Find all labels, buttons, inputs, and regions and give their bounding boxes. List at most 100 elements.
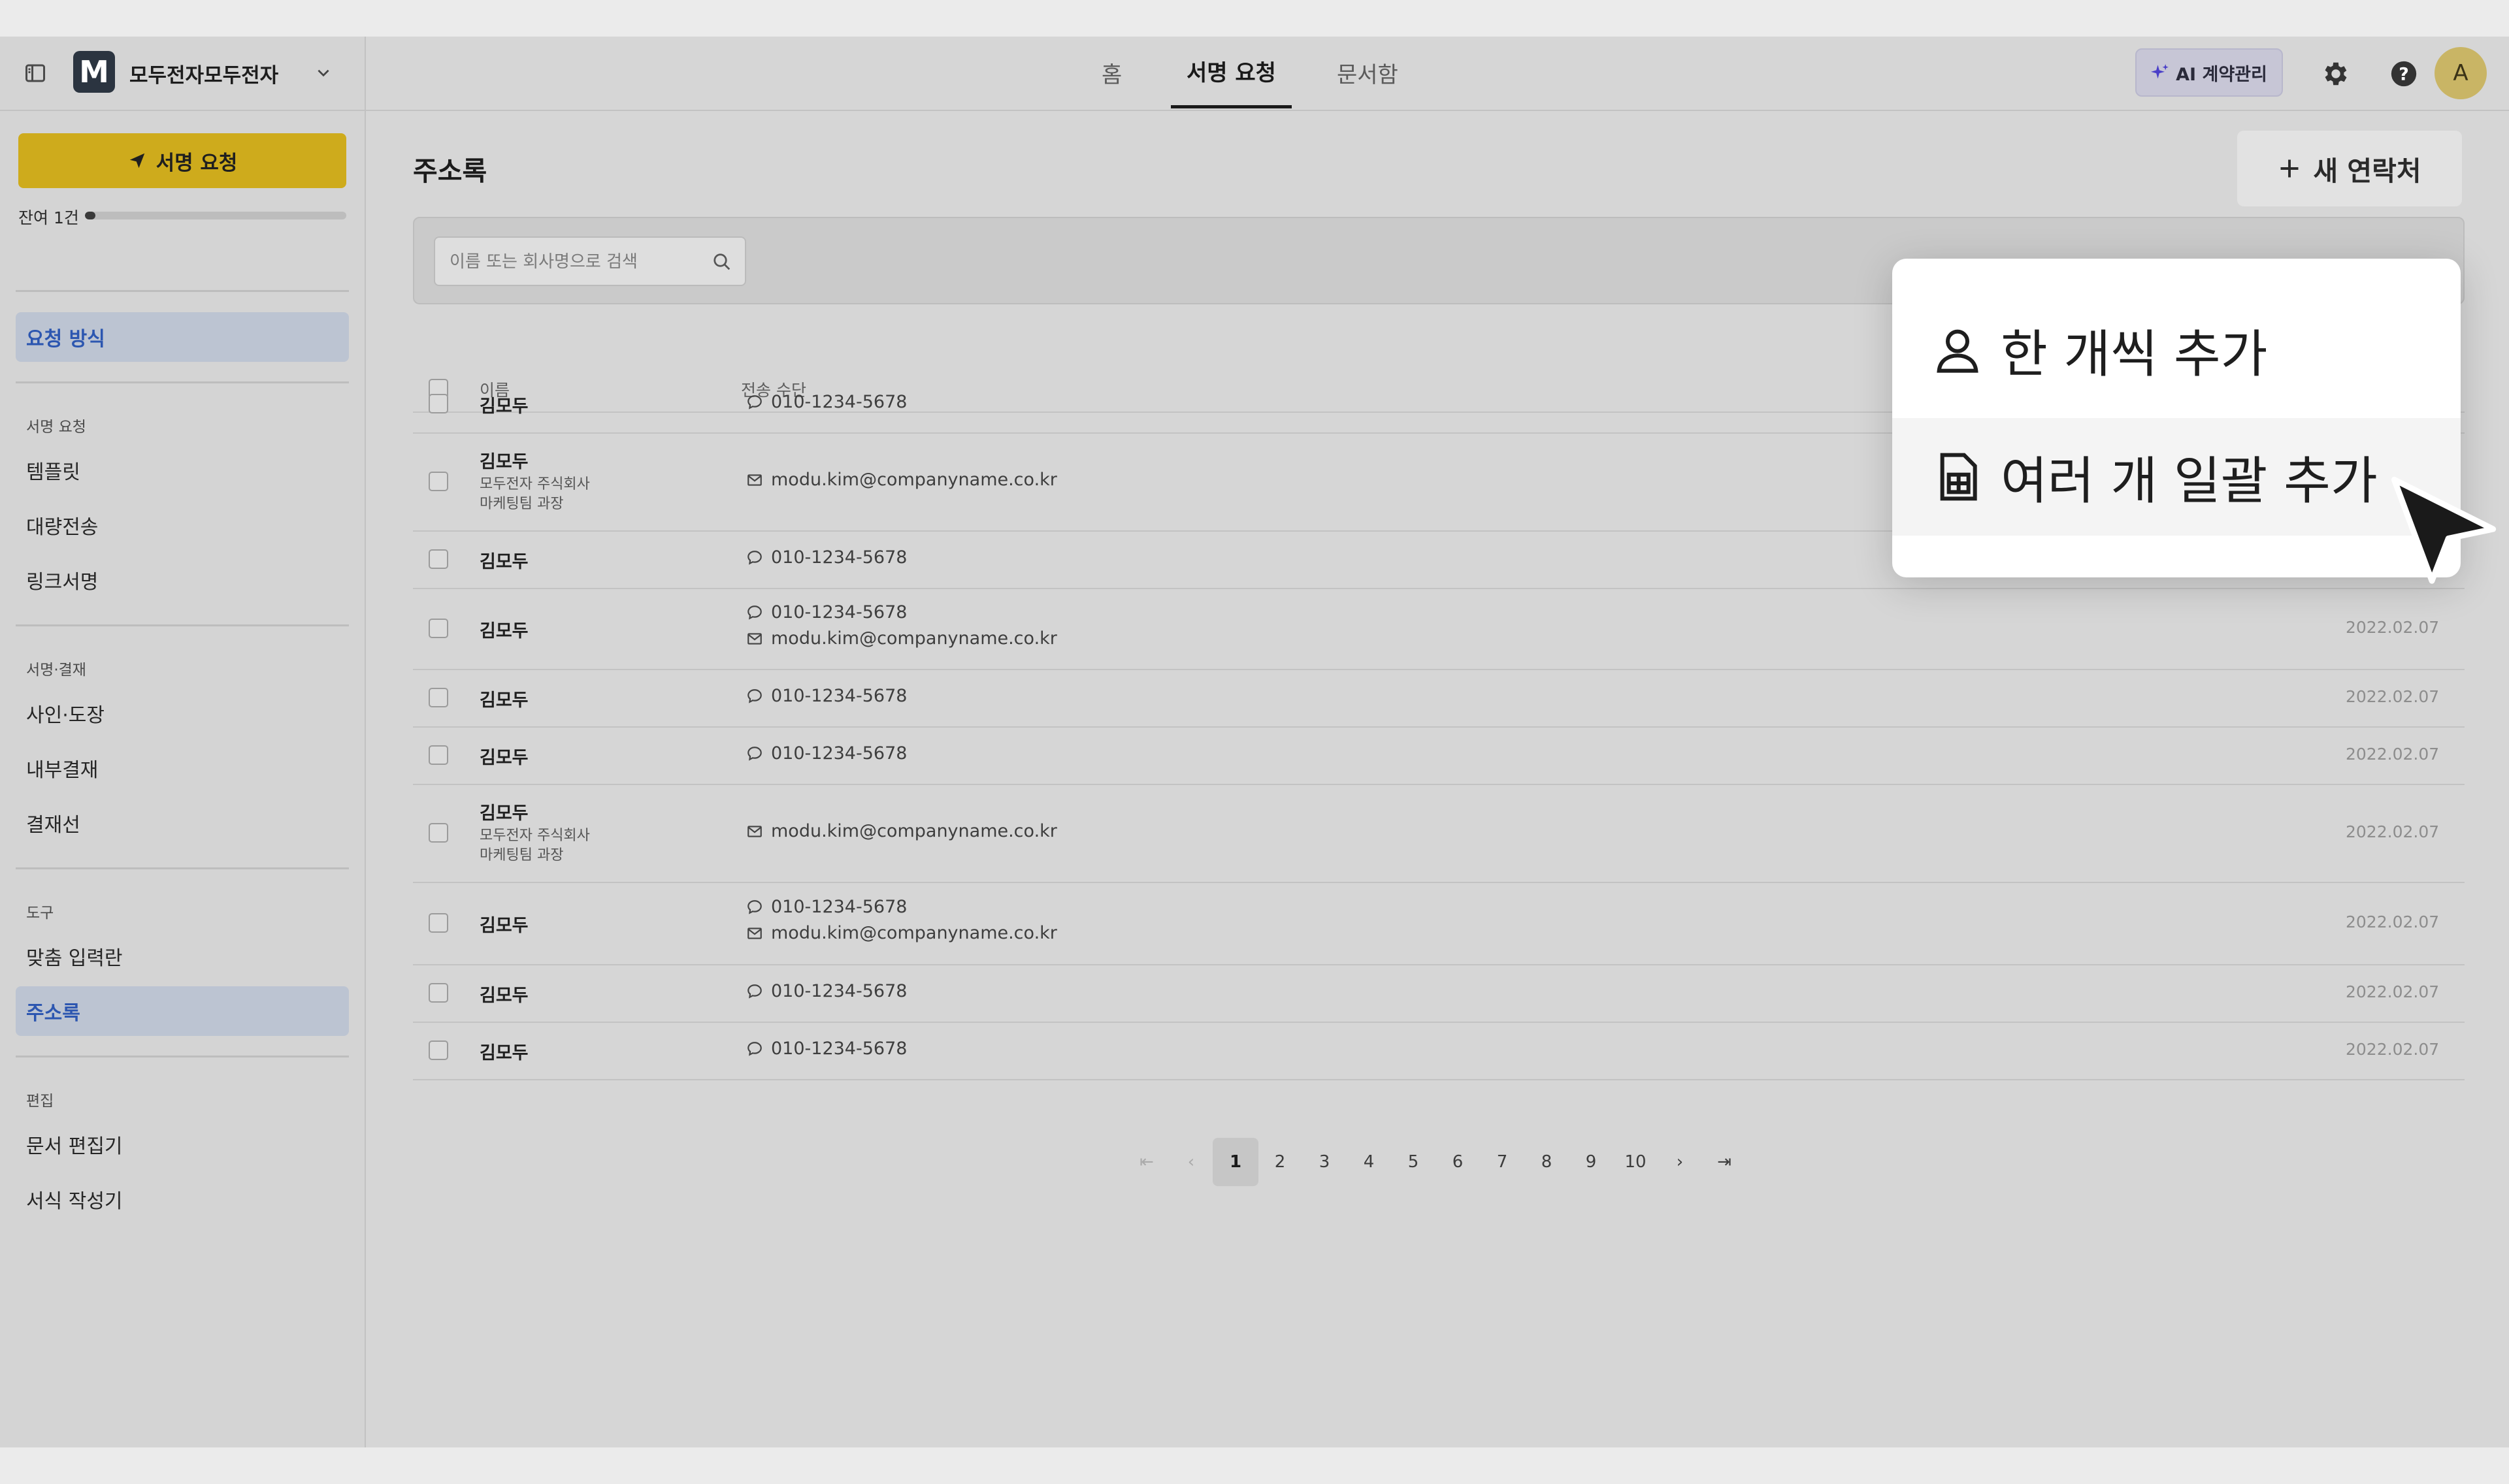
phone-text: 010-1234-5678 [771,743,908,764]
contact-email: modu.kim@companyname.co.kr [746,821,1057,841]
page-5[interactable]: 5 [1390,1138,1436,1186]
contact-date: 2022.02.07 [2346,687,2440,706]
page-7[interactable]: 7 [1479,1138,1525,1186]
contact-phone: 010-1234-5678 [746,602,907,622]
sidebar-item-request-method[interactable]: 요청 방식 [16,312,349,362]
row-checkbox[interactable] [429,913,448,933]
row-checkbox[interactable] [429,394,448,413]
contact-company: 모두전자 주식회사 [480,828,590,844]
row-checkbox[interactable] [429,745,448,765]
contact-email: modu.kim@companyname.co.kr [746,470,1057,490]
person-icon [1937,329,1978,373]
search-input[interactable] [448,244,699,280]
row-divider [413,1022,2465,1023]
contact-phone: 010-1234-5678 [746,547,907,568]
mail-icon [747,632,762,645]
row-checkbox[interactable] [429,619,448,638]
page-10[interactable]: 10 [1613,1138,1658,1186]
section-title-sign-approval: 서명·결재 [26,662,86,679]
row-checkbox[interactable] [429,823,448,843]
email-text: modu.kim@companyname.co.kr [771,923,1057,943]
contact-email: modu.kim@companyname.co.kr [746,628,1057,649]
mail-icon [747,474,762,486]
tab-signature-request[interactable]: 서명 요청 [1171,37,1292,108]
phone-text: 010-1234-5678 [771,686,908,706]
chat-bubble-icon [747,550,762,565]
contact-phone: 010-1234-5678 [746,743,907,764]
page-2[interactable]: 2 [1257,1138,1303,1186]
new-contact-button[interactable]: 새 연락처 [2237,131,2462,206]
first-page-icon[interactable]: ⇤ [1124,1138,1170,1186]
divider [16,381,349,383]
sidebar-item-custom-fields[interactable]: 맞춤 입력란 [16,931,349,981]
sidebar-item-internal-approval[interactable]: 내부결재 [16,743,349,793]
tab-document-box[interactable]: 문서함 [1337,37,1398,108]
contact-name: 김모두 [480,621,529,641]
menu-item-add-bulk[interactable]: 여러 개 일괄 추가 [1892,418,2461,536]
page-3[interactable]: 3 [1302,1138,1347,1186]
sidebar-item-approval-line[interactable]: 결재선 [16,798,349,848]
contact-date: 2022.02.07 [2346,1040,2440,1059]
sidebar-header: M 모두전자모두전자 [0,37,365,111]
chat-bubble-icon [747,984,762,999]
section-title-signature-request: 서명 요청 [26,419,86,436]
bottom-strip [0,1447,2509,1484]
row-checkbox[interactable] [429,688,448,707]
add-contact-menu: 한 개씩 추가 여러 개 일괄 추가 [1892,259,2461,577]
chat-bubble-icon [747,746,762,761]
plus-icon [2280,159,2299,178]
sidebar-item-link-sign[interactable]: 링크서명 [16,555,349,605]
chevron-down-icon[interactable] [315,64,332,81]
gear-icon[interactable] [2321,59,2351,89]
avatar[interactable]: A [2435,47,2487,99]
page-9[interactable]: 9 [1568,1138,1614,1186]
contact-name: 김모두 [480,803,529,824]
contact-role: 마케팅팀 과장 [480,496,564,512]
sidebar-item-sign-stamp[interactable]: 사인·도장 [16,688,349,738]
org-logo: M [73,51,115,93]
help-icon[interactable]: ? [2389,59,2419,89]
search-icon[interactable] [712,252,732,272]
row-checkbox[interactable] [429,1040,448,1060]
menu-item-label: 한 개씩 추가 [2001,325,2268,384]
request-signature-button[interactable]: 서명 요청 [18,133,346,188]
contact-name: 김모두 [480,1043,529,1063]
contact-phone: 010-1234-5678 [746,981,907,1001]
page-4[interactable]: 4 [1346,1138,1392,1186]
prev-page-icon[interactable]: ‹ [1168,1138,1214,1186]
page-title: 주소록 [413,155,487,187]
tab-home[interactable]: 홈 [1102,37,1122,108]
row-checkbox[interactable] [429,472,448,491]
sparkle-icon [2151,64,2169,79]
sidebar-item-template[interactable]: 템플릿 [16,445,349,495]
sidebar-item-bulk-send[interactable]: 대량전송 [16,500,349,550]
sidebar-toggle-icon[interactable] [24,61,47,85]
last-page-icon[interactable]: ⇥ [1701,1138,1747,1186]
divider [16,624,349,626]
contact-date: 2022.02.07 [2346,618,2440,637]
contact-date: 2022.02.07 [2346,982,2440,1001]
remaining-count: 잔여 1건 [18,208,79,227]
menu-item-add-single[interactable]: 한 개씩 추가 [1892,291,2461,409]
sidebar-item-document-editor[interactable]: 문서 편집기 [16,1120,349,1169]
next-page-icon[interactable]: › [1657,1138,1703,1186]
sidebar-item-address-book[interactable]: 주소록 [16,986,349,1036]
contact-name: 김모두 [480,396,529,417]
sidebar-item-form-builder[interactable]: 서식 작성기 [16,1174,349,1224]
search-box[interactable] [434,236,746,286]
row-checkbox[interactable] [429,549,448,569]
contact-name: 김모두 [480,748,529,768]
chat-bubble-icon [747,395,762,410]
phone-text: 010-1234-5678 [771,547,908,568]
row-checkbox[interactable] [429,983,448,1003]
page-6[interactable]: 6 [1435,1138,1481,1186]
page-8[interactable]: 8 [1524,1138,1569,1186]
contact-phone: 010-1234-5678 [746,392,907,412]
email-text: modu.kim@companyname.co.kr [771,628,1057,649]
page-1[interactable]: 1 [1213,1138,1258,1186]
org-name[interactable]: 모두전자모두전자 [129,59,278,88]
ai-contract-button[interactable]: AI 계약관리 [2135,48,2283,97]
contact-name: 김모두 [480,916,529,936]
phone-text: 010-1234-5678 [771,981,908,1001]
contact-name: 김모두 [480,986,529,1006]
